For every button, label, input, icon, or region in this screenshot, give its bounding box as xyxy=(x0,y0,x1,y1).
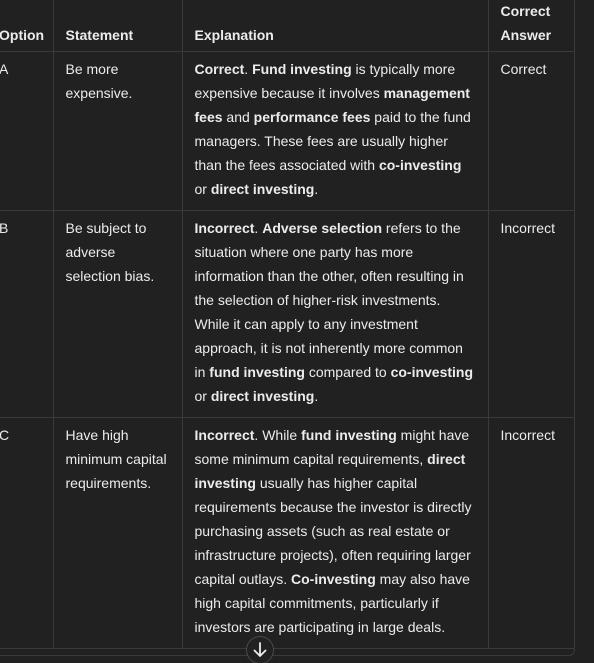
header-answer-line1: Correct xyxy=(500,3,551,19)
cell-answer: Incorrect xyxy=(488,210,574,418)
header-explanation: Explanation xyxy=(182,0,489,52)
answer-table-container: Option Statement Explanation Correct Answ… xyxy=(0,0,575,656)
header-answer-line2: Answer xyxy=(500,27,552,43)
cell-explanation: Correct. Fund investing is typically mor… xyxy=(182,51,489,211)
answer-table: Option Statement Explanation Correct Answ… xyxy=(0,0,574,649)
cell-option: B xyxy=(0,210,54,418)
table-row: C Have high minimum capital requirements… xyxy=(0,417,574,649)
header-option: Option xyxy=(0,0,54,52)
header-correct-answer: Correct Answer xyxy=(488,0,574,52)
cell-option: C xyxy=(0,417,54,649)
cell-explanation: Incorrect. While fund investing might ha… xyxy=(182,417,489,649)
cell-answer: Correct xyxy=(488,51,574,211)
arrow-down-icon xyxy=(253,642,267,657)
cell-answer: Incorrect xyxy=(488,417,574,649)
header-statement: Statement xyxy=(53,0,183,52)
table-row: B Be subject to adverse selection bias. … xyxy=(0,210,574,418)
table-header-row: Option Statement Explanation Correct Answ… xyxy=(0,0,574,52)
cell-explanation: Incorrect. Adverse selection refers to t… xyxy=(182,210,489,418)
table-row: A Be more expensive. Correct. Fund inves… xyxy=(0,51,574,211)
cell-option: A xyxy=(0,51,54,211)
cell-statement: Have high minimum capital requirements. xyxy=(53,417,183,649)
cell-statement: Be more expensive. xyxy=(53,51,183,211)
cell-statement: Be subject to adverse selection bias. xyxy=(53,210,183,418)
scroll-to-bottom-button[interactable] xyxy=(246,636,274,663)
